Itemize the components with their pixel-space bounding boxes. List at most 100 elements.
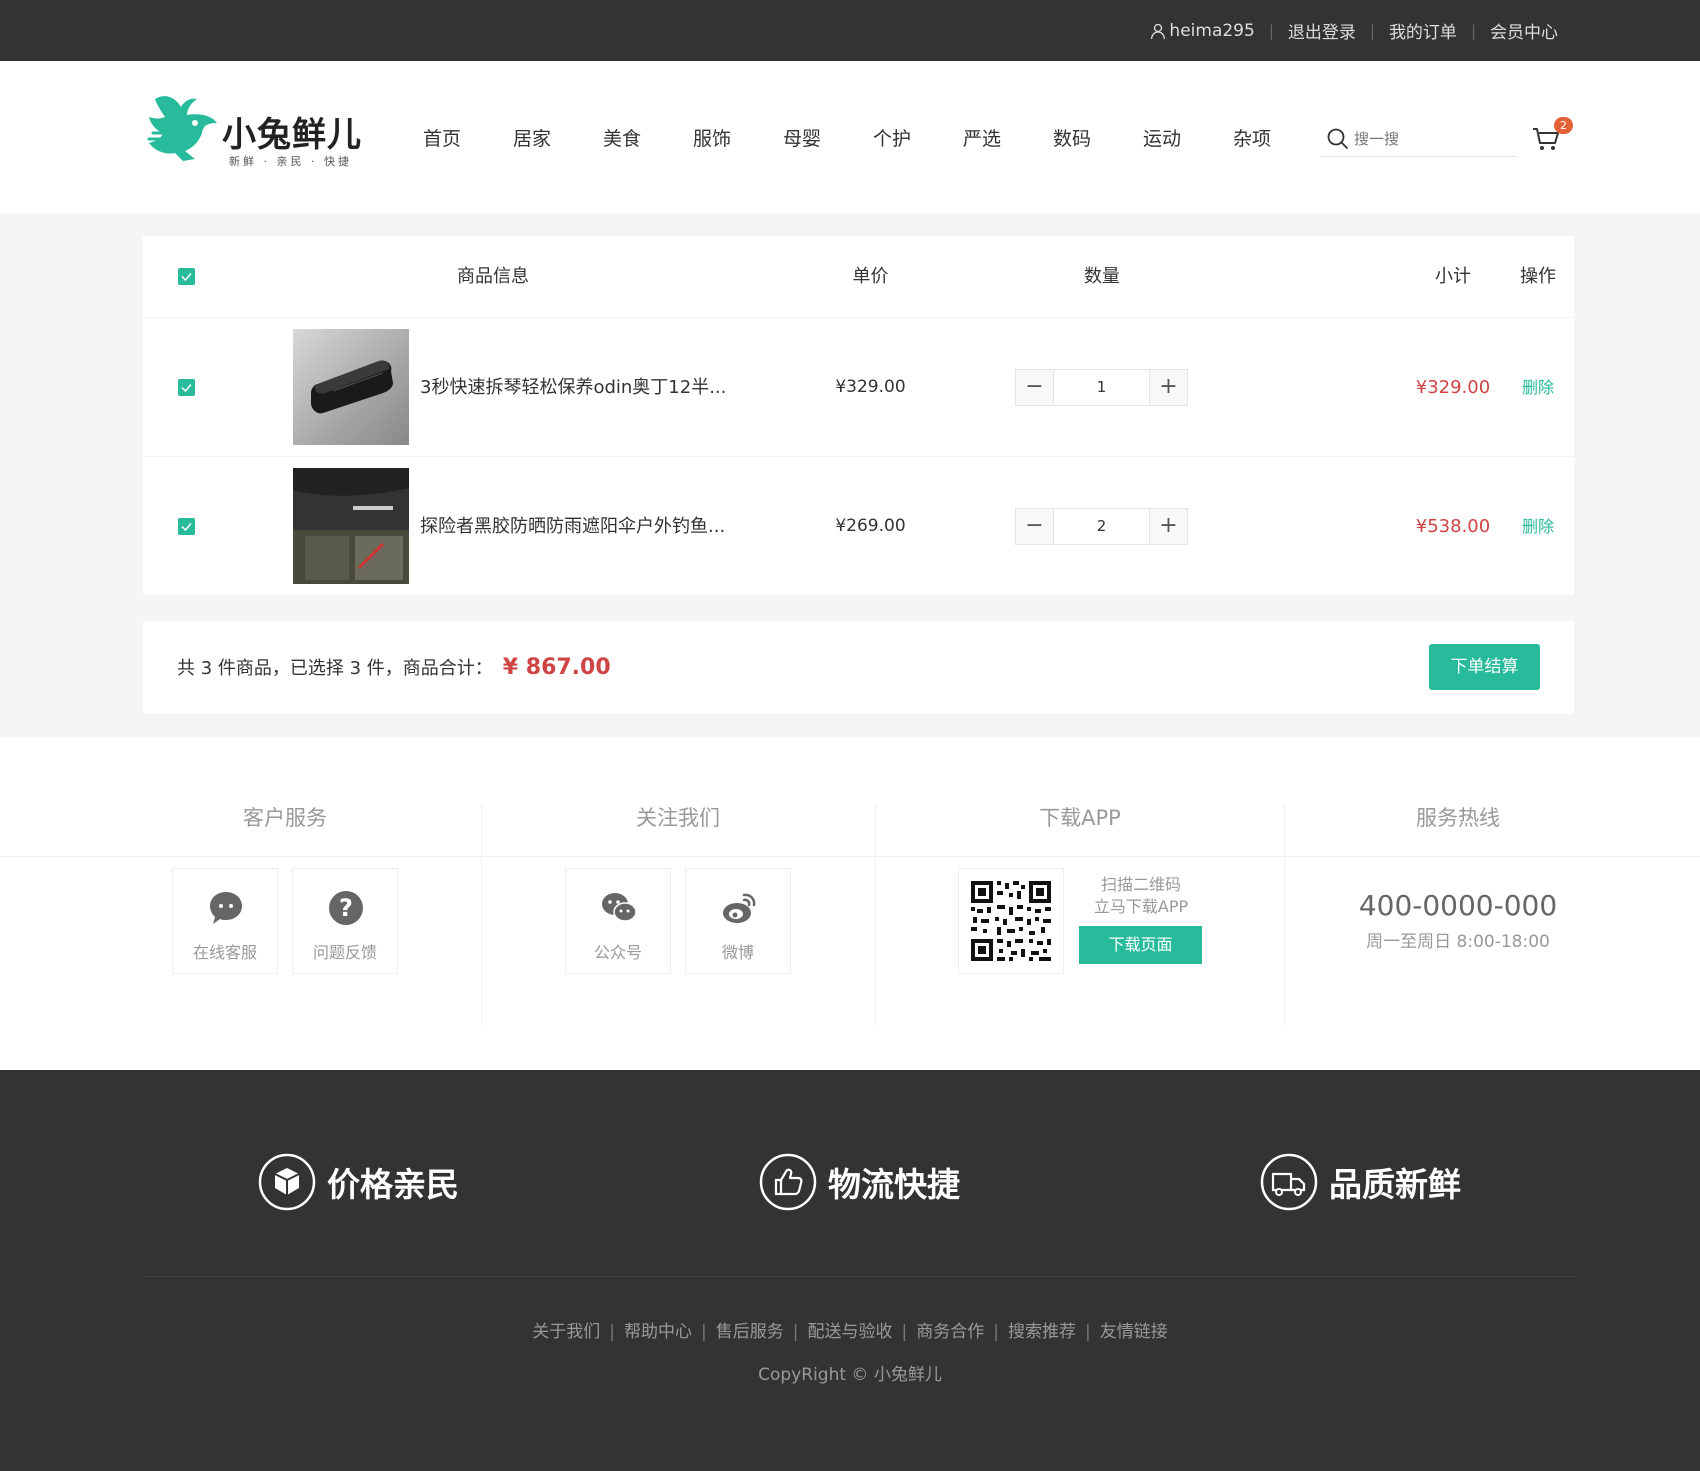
- question-icon: ?: [329, 891, 363, 925]
- product-image[interactable]: [293, 468, 409, 584]
- quantity-input[interactable]: 2: [1053, 509, 1150, 544]
- service-hours: 周一至周日 8:00-18:00: [1366, 932, 1550, 952]
- search-icon[interactable]: [1326, 127, 1350, 151]
- promise-price: 价格亲民: [257, 1150, 459, 1214]
- nav-item-baby[interactable]: 母婴: [783, 124, 873, 151]
- divider: [1284, 805, 1285, 1025]
- logo[interactable]: 小兔鲜儿 新鲜 · 亲民 · 快捷: [145, 89, 375, 175]
- unit-price: ¥329.00: [835, 377, 906, 397]
- separator: |: [993, 1322, 999, 1342]
- separator: |: [1268, 21, 1274, 40]
- qr-caption: 扫描二维码 立马下载APP: [1076, 874, 1206, 918]
- member-center-link[interactable]: 会员中心: [1490, 18, 1558, 43]
- nav-item-food[interactable]: 美食: [603, 124, 693, 151]
- rabbit-logo-icon: [147, 96, 217, 161]
- service-section: 客户服务 关注我们 下载APP 服务热线 在线客服 ? 问题反馈 公众号 微博 …: [0, 737, 1700, 1070]
- hotline-number: 400-0000-000: [1358, 889, 1558, 922]
- nav-item-selection[interactable]: 严选: [963, 124, 1053, 151]
- separator: |: [609, 1322, 616, 1342]
- service-box-label: 公众号: [593, 943, 642, 962]
- delete-button[interactable]: 删除: [1488, 318, 1588, 457]
- nav-item-home[interactable]: 首页: [423, 124, 513, 151]
- increase-button[interactable]: +: [1150, 370, 1187, 405]
- select-all-checkbox[interactable]: [178, 268, 195, 285]
- decrease-button[interactable]: −: [1016, 509, 1053, 544]
- user-link[interactable]: heima295: [1149, 21, 1255, 41]
- logout-link[interactable]: 退出登录: [1288, 18, 1356, 43]
- service-title-customer: 客户服务: [243, 806, 327, 830]
- promise-logistics-text: 物流快捷: [828, 1165, 960, 1204]
- site-footer: 价格亲民 物流快捷 品质新鲜 关于我们 | 帮助中心 | 售后服务 | 配送与验收 | 商务合作…: [0, 1070, 1700, 1471]
- chat-bubble-icon: [210, 892, 242, 924]
- nav-item-home-living[interactable]: 居家: [513, 124, 603, 151]
- header-product-info: 商品信息: [457, 266, 529, 287]
- wechat-account-button[interactable]: 公众号: [565, 868, 671, 974]
- nav-item-digital[interactable]: 数码: [1053, 124, 1143, 151]
- topbar-links: heima295 | 退出登录 | 我的订单 | 会员中心: [1149, 0, 1558, 61]
- footer-link-about[interactable]: 关于我们: [532, 1322, 600, 1342]
- quantity-input[interactable]: 1: [1053, 370, 1150, 405]
- product-name[interactable]: 探险者黑胶防晒防雨遮阳伞户外钓鱼...: [420, 457, 725, 596]
- footer-link-after-sales[interactable]: 售后服务: [716, 1322, 784, 1342]
- service-title-follow: 关注我们: [636, 806, 720, 830]
- footer-link-delivery[interactable]: 配送与验收: [808, 1322, 893, 1342]
- promise-fresh-text: 品质新鲜: [1329, 1165, 1461, 1204]
- qr-code-icon: [971, 881, 1051, 961]
- footer-link-business[interactable]: 商务合作: [916, 1322, 984, 1342]
- nav-item-personal-care[interactable]: 个护: [873, 124, 963, 151]
- summary-count-text: 共 3 件商品，已选择 3 件，商品合计：: [177, 658, 493, 679]
- table-row: 3秒快速拆琴轻松保养odin奥丁12半... ¥329.00 − 1 + ¥32…: [143, 318, 1574, 457]
- product-name[interactable]: 3秒快速拆琴轻松保养odin奥丁12半...: [420, 318, 726, 457]
- divider: [143, 1276, 1574, 1277]
- nav-item-sports[interactable]: 运动: [1143, 124, 1233, 151]
- service-box-label: 问题反馈: [312, 943, 377, 962]
- quantity-stepper: − 1 +: [1015, 369, 1188, 406]
- weibo-icon: [723, 893, 756, 923]
- checkout-button[interactable]: 下单结算: [1429, 644, 1540, 690]
- nav-item-apparel[interactable]: 服饰: [693, 124, 783, 151]
- cart-table: 商品信息 单价 数量 小计 操作 3秒快速拆琴轻松保养odin奥丁12半... …: [143, 236, 1574, 596]
- summary-text: 共 3 件商品，已选择 3 件，商品合计： ¥ 867.00: [177, 621, 611, 714]
- footer-link-friends[interactable]: 友情链接: [1100, 1322, 1168, 1342]
- row-checkbox[interactable]: [178, 518, 195, 535]
- service-box-label: 在线客服: [192, 943, 257, 962]
- increase-button[interactable]: +: [1150, 509, 1187, 544]
- check-icon: [181, 523, 192, 532]
- wechat-icon: [602, 893, 637, 922]
- promise-fresh: 品质新鲜: [1259, 1150, 1461, 1214]
- header-quantity: 数量: [1084, 266, 1120, 287]
- logo-slogan: 新鲜 · 亲民 · 快捷: [229, 155, 352, 168]
- service-title-hotline: 服务热线: [1416, 806, 1500, 830]
- download-page-button[interactable]: 下载页面: [1079, 926, 1202, 964]
- search-box: [1320, 121, 1516, 157]
- thumbs-up-icon: [759, 1153, 817, 1211]
- delivery-truck-icon: [1260, 1153, 1318, 1211]
- footer-link-search[interactable]: 搜索推荐: [1008, 1322, 1076, 1342]
- qr-caption-line-1: 扫描二维码: [1100, 875, 1181, 894]
- row-checkbox[interactable]: [178, 379, 195, 396]
- product-image[interactable]: [293, 329, 409, 445]
- copyright: CopyRight © 小兔鲜儿: [758, 1365, 942, 1385]
- my-orders-link[interactable]: 我的订单: [1389, 18, 1457, 43]
- nav-item-misc[interactable]: 杂项: [1233, 124, 1323, 151]
- footer-link-help[interactable]: 帮助中心: [624, 1322, 692, 1342]
- quantity-stepper: − 2 +: [1015, 508, 1188, 545]
- decrease-button[interactable]: −: [1016, 370, 1053, 405]
- site-header: 小兔鲜儿 新鲜 · 亲民 · 快捷 首页 居家 美食 服饰 母婴 个护 严选 数…: [0, 61, 1700, 213]
- divider: [0, 856, 1700, 857]
- separator: |: [901, 1322, 908, 1342]
- separator: |: [1084, 1322, 1091, 1342]
- weibo-button[interactable]: 微博: [685, 868, 791, 974]
- separator: |: [701, 1322, 707, 1342]
- search-input[interactable]: [1354, 129, 1504, 148]
- feedback-button[interactable]: ? 问题反馈: [292, 868, 398, 974]
- delete-button[interactable]: 删除: [1488, 457, 1588, 596]
- svg-text:?: ?: [339, 894, 353, 922]
- app-qr-code: [958, 868, 1064, 974]
- harmonica-image: [311, 360, 393, 414]
- cart-button[interactable]: 2: [1530, 117, 1573, 159]
- header-action: 操作: [1520, 266, 1556, 287]
- cart-summary: 共 3 件商品，已选择 3 件，商品合计： ¥ 867.00 下单结算: [143, 621, 1574, 714]
- umbrella-image: [293, 468, 409, 584]
- online-service-button[interactable]: 在线客服: [172, 868, 278, 974]
